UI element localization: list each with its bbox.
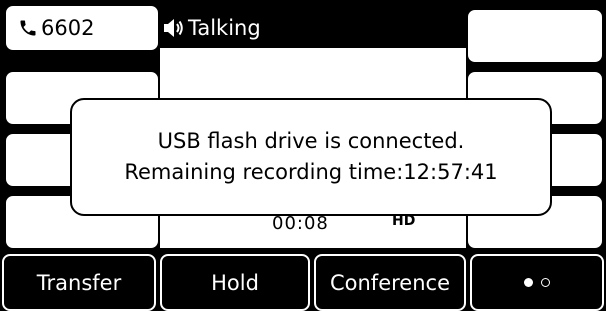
line-key-5[interactable] <box>466 8 604 64</box>
usb-notification-dialog: USB flash drive is connected. Remaining … <box>70 98 552 216</box>
transfer-button[interactable]: Transfer <box>2 254 156 311</box>
more-button[interactable] <box>470 254 604 311</box>
call-status-bar: Talking <box>160 8 466 48</box>
phone-handset-icon <box>20 20 36 36</box>
dialog-message-line-1: USB flash drive is connected. <box>157 129 465 153</box>
call-status-text: Talking <box>188 16 261 40</box>
softkey-bar: Transfer Hold Conference <box>0 254 606 311</box>
speaker-volume-icon <box>164 19 183 37</box>
page-dots-icon <box>524 278 550 287</box>
line-key-1-label: 6602 <box>41 16 95 40</box>
conference-button[interactable]: Conference <box>314 254 466 311</box>
call-duration: 00:08 <box>272 213 329 234</box>
current-page-dot <box>524 278 533 287</box>
dialog-message-line-2: Remaining recording time:12:57:41 <box>124 160 498 184</box>
hold-button[interactable]: Hold <box>160 254 310 311</box>
phone-screen: 6602 Talking 00:08 HD ⁘⁘ <box>0 0 606 311</box>
line-key-1[interactable]: 6602 <box>4 4 160 52</box>
line-key-1-content: 6602 <box>18 6 94 50</box>
next-page-dot <box>541 278 550 287</box>
